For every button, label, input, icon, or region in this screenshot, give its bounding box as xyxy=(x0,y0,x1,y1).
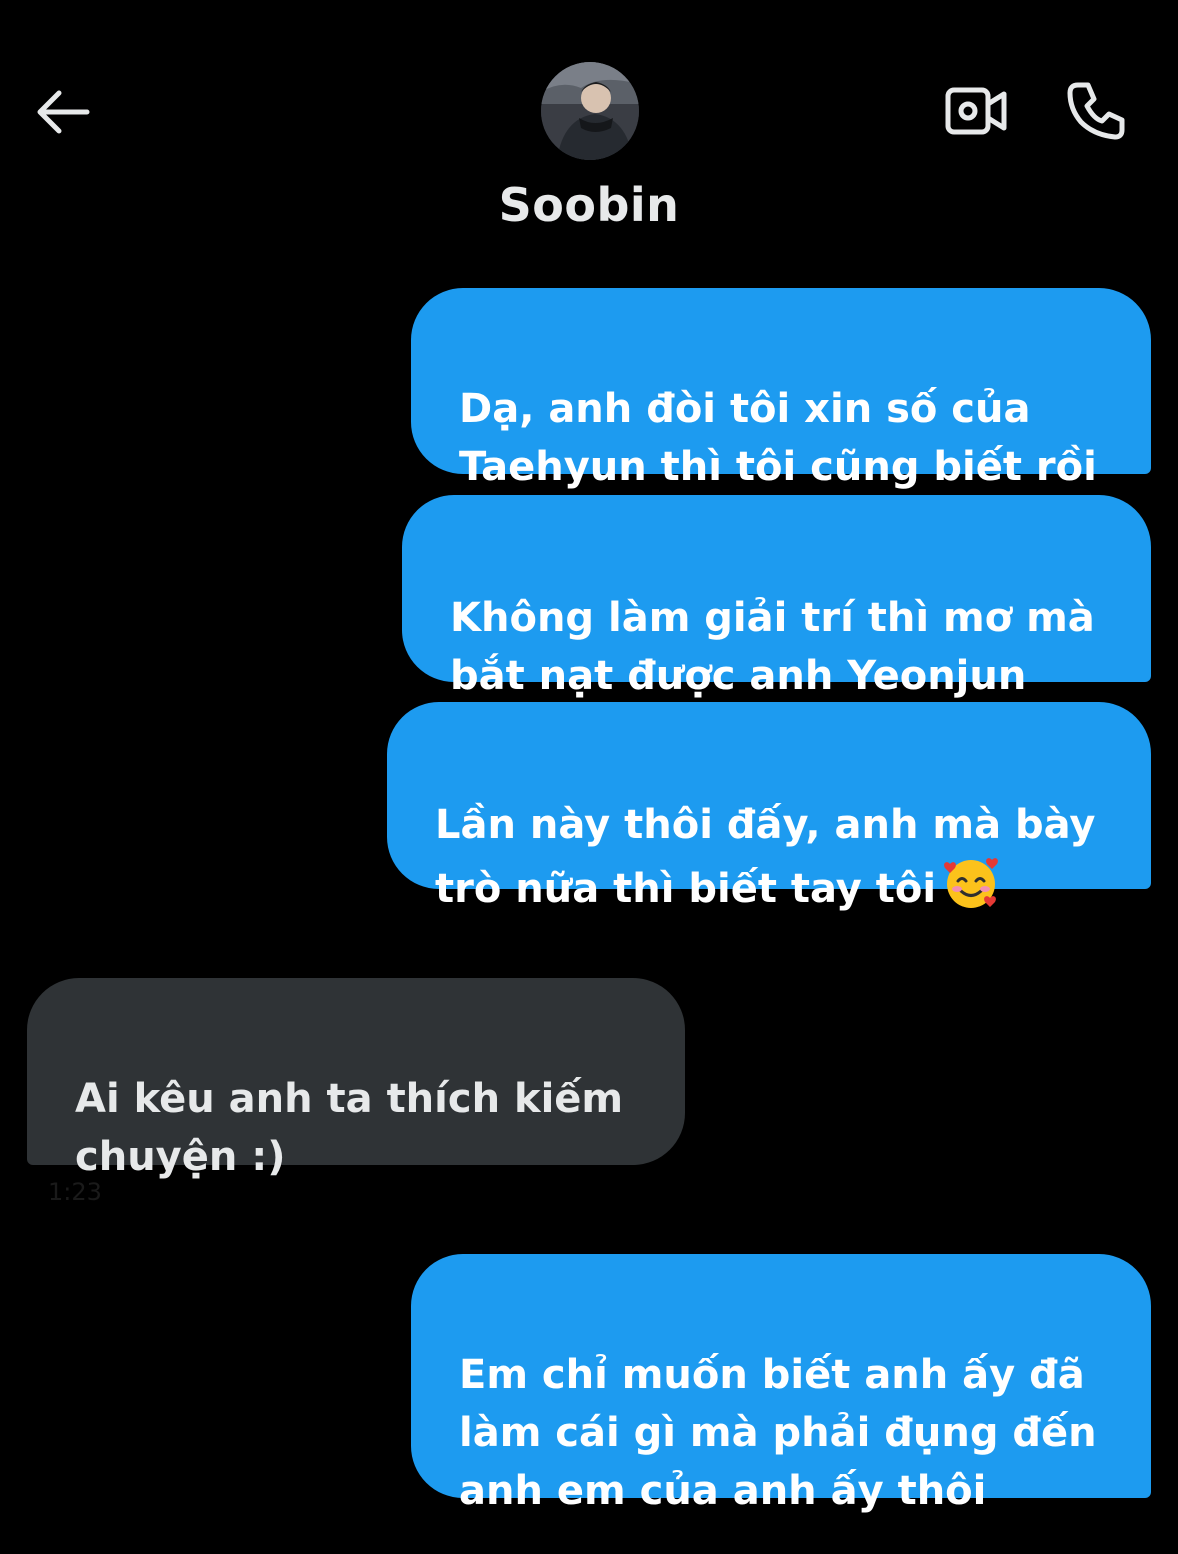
message-bubble-sent[interactable]: Không làm giải trí thì mơ mà bắt nạt đượ… xyxy=(402,495,1151,699)
message-text: Em chỉ muốn biết anh ấy đã làm cái gì mà… xyxy=(459,1352,1097,1514)
message-bubble-received[interactable]: Ai kêu anh ta thích kiếm chuyện :) xyxy=(27,978,685,1180)
video-camera-icon xyxy=(945,87,1007,135)
message-text: Dạ, anh đòi tôi xin số của Taehyun thì t… xyxy=(459,386,1097,490)
conversation-header: Soobin xyxy=(0,0,1178,260)
phone-icon xyxy=(1067,82,1125,140)
back-button[interactable] xyxy=(30,80,94,144)
video-call-button[interactable] xyxy=(938,78,1014,144)
message-text: Ai kêu anh ta thích kiếm chuyện :) xyxy=(75,1076,624,1180)
smiling-face-with-hearts-icon xyxy=(942,854,1000,912)
message-bubble-sent[interactable]: Lần này thôi đấy, anh mà bày trò nữa thì… xyxy=(387,702,1151,912)
message-text: Không làm giải trí thì mơ mà bắt nạt đượ… xyxy=(450,595,1095,699)
avatar[interactable] xyxy=(541,62,639,160)
message-bubble-sent[interactable]: Dạ, anh đòi tôi xin số của Taehyun thì t… xyxy=(411,288,1151,490)
arrow-left-icon xyxy=(37,90,90,134)
message-timestamp: 1:23 xyxy=(48,1178,102,1206)
voice-call-button[interactable] xyxy=(1058,74,1134,148)
message-bubble-sent[interactable]: Em chỉ muốn biết anh ấy đã làm cái gì mà… xyxy=(411,1254,1151,1514)
contact-name[interactable]: Soobin xyxy=(0,178,1178,232)
